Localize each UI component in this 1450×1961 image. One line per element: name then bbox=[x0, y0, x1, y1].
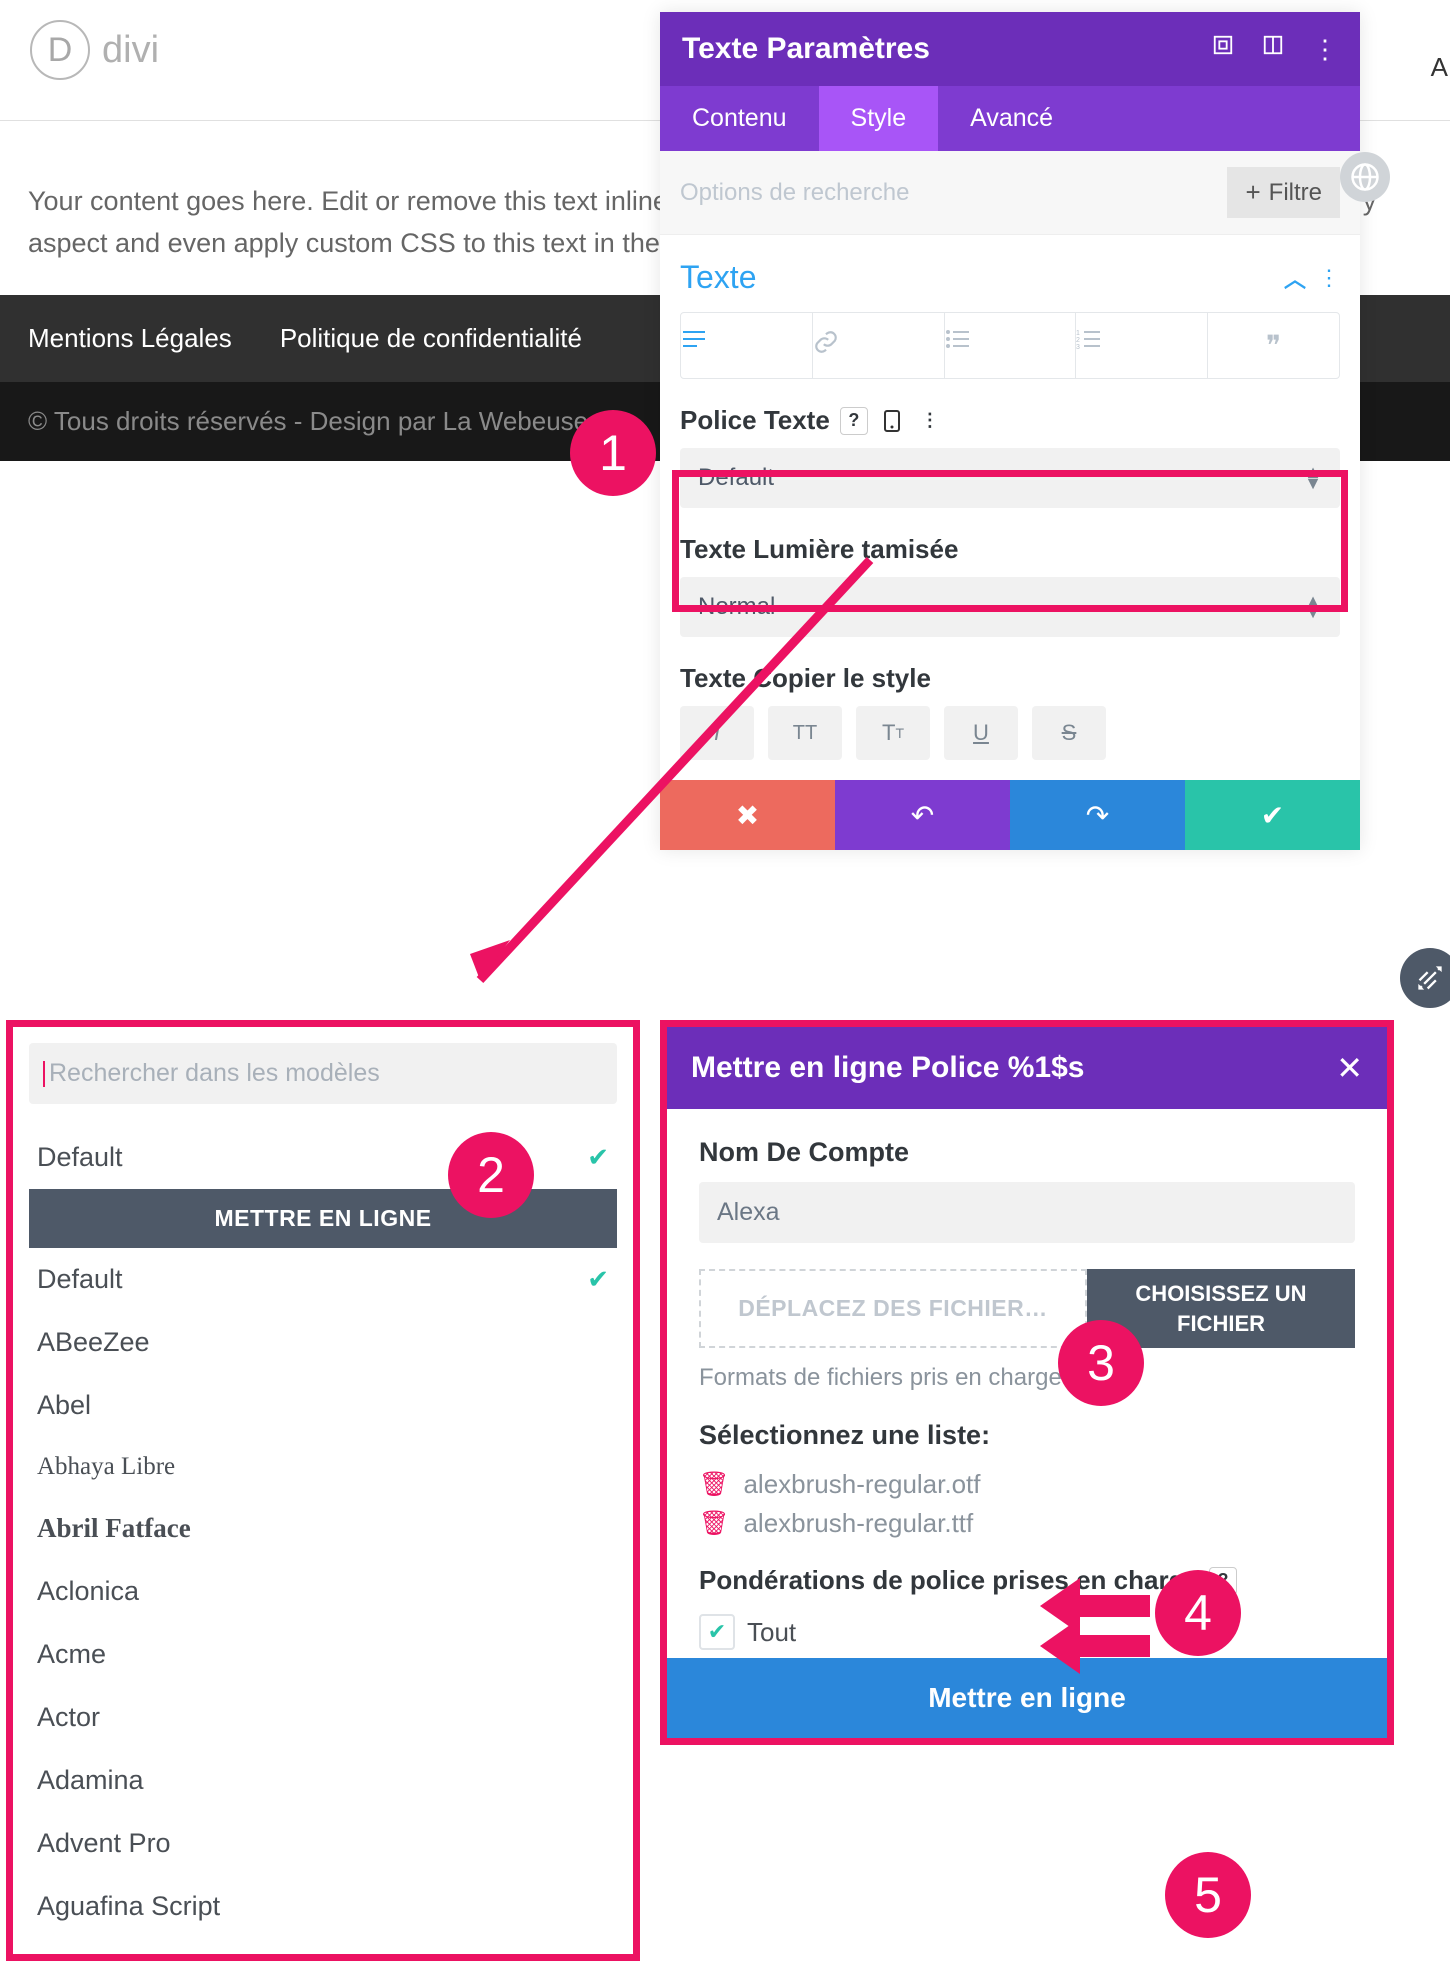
check-icon: ✔ bbox=[587, 1142, 609, 1173]
check-icon: ✔ bbox=[587, 1264, 609, 1295]
drop-zone[interactable]: DÉPLACEZ DES FICHIER… bbox=[699, 1269, 1087, 1348]
weights-label: Pondérations de police prises en charge? bbox=[699, 1565, 1355, 1596]
toggle-ol-icon[interactable]: 123 bbox=[1076, 313, 1208, 378]
divi-logo-text: divi bbox=[102, 29, 159, 72]
divi-logo: D divi bbox=[30, 20, 159, 80]
redo-button[interactable]: ↷ bbox=[1010, 780, 1185, 850]
font-item-abhaya[interactable]: Abhaya Libre bbox=[29, 1437, 617, 1497]
help-icon[interactable]: ? bbox=[840, 407, 868, 435]
footer-link-privacy[interactable]: Politique de confidentialité bbox=[280, 323, 582, 354]
section-header[interactable]: Texte ︿ ⋮ bbox=[680, 253, 1340, 312]
font-item-aguafina[interactable]: Aguafina Script bbox=[29, 1875, 617, 1938]
expand-icon[interactable] bbox=[1212, 34, 1234, 65]
strikethrough-button[interactable]: S bbox=[1032, 706, 1106, 760]
uploaded-file-2: 🗑alexbrush-regular.ttf bbox=[699, 1504, 1355, 1543]
annotation-badge-5: 5 bbox=[1165, 1852, 1251, 1938]
tab-advanced[interactable]: Avancé bbox=[938, 86, 1085, 151]
field-more-icon[interactable]: ⋮ bbox=[916, 407, 944, 435]
toggle-link-icon[interactable] bbox=[813, 313, 945, 378]
font-label-text: Police Texte bbox=[680, 405, 830, 436]
annotation-badge-1: 1 bbox=[570, 410, 656, 496]
uploaded-file-1: 🗑alexbrush-regular.otf bbox=[699, 1465, 1355, 1504]
panel-title: Texte Paramètres bbox=[682, 32, 1196, 66]
filter-label: Filtre bbox=[1269, 179, 1322, 207]
upload-font-button[interactable]: METTRE EN LIGNE bbox=[29, 1189, 617, 1248]
font-item-abel[interactable]: Abel bbox=[29, 1374, 617, 1437]
select-list-label: Sélectionnez une liste: bbox=[699, 1420, 1355, 1451]
font-item-adamina[interactable]: Adamina bbox=[29, 1749, 617, 1812]
font-item-abril[interactable]: Abril Fatface bbox=[29, 1497, 617, 1560]
svg-text:3: 3 bbox=[1076, 344, 1080, 349]
toggle-quote-icon[interactable]: ❞ bbox=[1208, 313, 1339, 378]
upload-modal-header: Mettre en ligne Police %1$s ✕ bbox=[667, 1027, 1387, 1109]
upload-font-modal: Mettre en ligne Police %1$s ✕ Nom De Com… bbox=[660, 1020, 1394, 1745]
header-edge-letter: A bbox=[1431, 52, 1448, 83]
tab-content[interactable]: Contenu bbox=[660, 86, 819, 151]
annotation-arrow-1 bbox=[450, 540, 890, 1000]
section-title: Texte bbox=[680, 259, 756, 296]
weights-all-row[interactable]: ✔Tout bbox=[699, 1614, 1355, 1650]
tab-style[interactable]: Style bbox=[819, 86, 939, 151]
search-options-input[interactable]: Options de recherche bbox=[680, 179, 1227, 207]
text-element-toggle: 123 ❞ bbox=[680, 312, 1340, 379]
font-search-input[interactable]: Rechercher dans les modèles bbox=[29, 1043, 617, 1104]
panel-tabs: Contenu Style Avancé bbox=[660, 86, 1360, 151]
close-icon[interactable]: ✕ bbox=[1336, 1049, 1363, 1087]
toggle-ul-icon[interactable] bbox=[945, 313, 1077, 378]
account-name-label: Nom De Compte bbox=[699, 1137, 1355, 1168]
font-item-acme[interactable]: Acme bbox=[29, 1623, 617, 1686]
responsive-icon[interactable] bbox=[878, 407, 906, 435]
trash-icon[interactable]: 🗑 bbox=[699, 1470, 729, 1499]
formats-note: Formats de fichiers pris en charge: ttf,… bbox=[699, 1364, 1355, 1392]
file-drop-row: DÉPLACEZ DES FICHIER… CHOISISSEZ UN FICH… bbox=[699, 1269, 1355, 1348]
font-item-abeezee[interactable]: ABeeZee bbox=[29, 1311, 617, 1374]
upload-submit-button[interactable]: Mettre en ligne bbox=[667, 1658, 1387, 1738]
svg-text:1: 1 bbox=[1076, 330, 1080, 337]
font-list-panel: Rechercher dans les modèles Default✔ MET… bbox=[6, 1020, 640, 1961]
resize-handle-icon[interactable] bbox=[1400, 948, 1450, 1008]
svg-text:2: 2 bbox=[1076, 337, 1080, 344]
font-item-advent[interactable]: Advent Pro bbox=[29, 1812, 617, 1875]
panel-header: Texte Paramètres ⋮ bbox=[660, 12, 1360, 86]
confirm-button[interactable]: ✔ bbox=[1185, 780, 1360, 850]
annotation-badge-4: 4 bbox=[1155, 1570, 1241, 1656]
annotation-badge-3: 3 bbox=[1058, 1320, 1144, 1406]
filter-button[interactable]: +Filtre bbox=[1227, 167, 1340, 218]
font-item-actor[interactable]: Actor bbox=[29, 1686, 617, 1749]
annotation-arrow-4b bbox=[1040, 1618, 1150, 1674]
divi-logo-mark: D bbox=[30, 20, 90, 80]
font-item-aclonica[interactable]: Aclonica bbox=[29, 1560, 617, 1623]
globe-icon[interactable] bbox=[1340, 152, 1390, 202]
columns-icon[interactable] bbox=[1262, 34, 1284, 65]
more-icon[interactable]: ⋮ bbox=[1312, 34, 1338, 65]
font-field-label: Police Texte ? ⋮ bbox=[680, 405, 1340, 436]
trash-icon[interactable]: 🗑 bbox=[699, 1509, 729, 1538]
upload-modal-title: Mettre en ligne Police %1$s bbox=[691, 1051, 1336, 1085]
underline-button[interactable]: U bbox=[944, 706, 1018, 760]
filter-row: Options de recherche +Filtre bbox=[660, 151, 1360, 235]
account-name-input[interactable]: Alexa bbox=[699, 1182, 1355, 1243]
font-item-default-2[interactable]: Default✔ bbox=[29, 1248, 617, 1311]
checkbox-checked-icon[interactable]: ✔ bbox=[699, 1614, 735, 1650]
annotation-badge-2: 2 bbox=[448, 1132, 534, 1218]
collapse-icon[interactable]: ︿ bbox=[1284, 262, 1306, 294]
footer-link-legal[interactable]: Mentions Légales bbox=[28, 323, 232, 354]
toggle-paragraph-icon[interactable] bbox=[681, 313, 813, 378]
section-more-icon[interactable]: ⋮ bbox=[1318, 265, 1340, 291]
